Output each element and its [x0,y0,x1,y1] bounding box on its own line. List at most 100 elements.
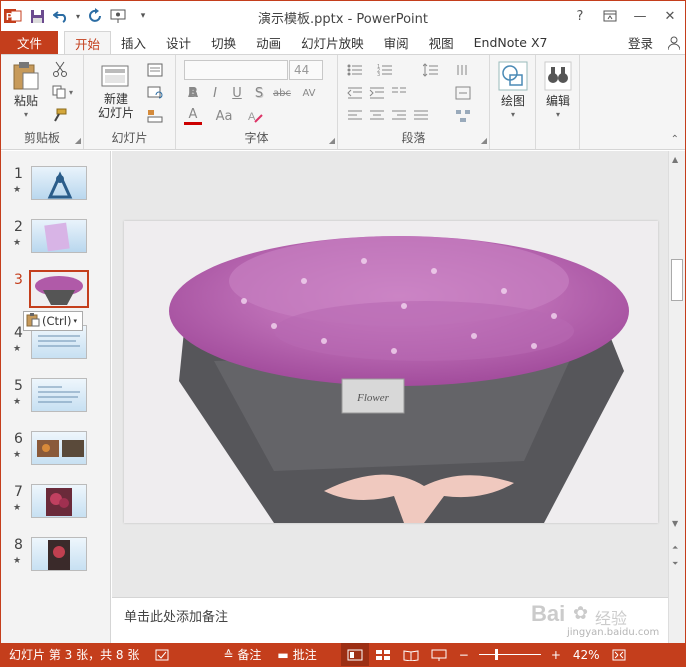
align-left-icon[interactable] [346,107,364,125]
zoom-level[interactable]: 42% [567,643,606,666]
notes-placeholder[interactable]: 单击此处添加备注 [124,606,228,625]
font-name-combo[interactable] [184,60,288,80]
editing-group: 编辑 ▾ [536,55,580,149]
spell-check-icon[interactable] [149,643,175,666]
slide-thumbnail-8[interactable]: 8 ★ [1,537,111,585]
editing-button[interactable]: 编辑 ▾ [540,61,576,122]
slide-thumbnail-2[interactable]: 2 ★ [1,219,111,267]
slide-number: 5 [14,378,23,394]
minimize-button[interactable]: — [625,1,655,31]
scrollbar-thumb[interactable] [671,259,683,301]
clipboard-launcher-icon[interactable]: ◢ [75,136,81,145]
change-case-icon[interactable]: Aa [212,107,236,125]
convert-smartart-icon[interactable] [454,107,472,125]
zoom-in-button[interactable]: + [545,643,567,666]
justify-icon[interactable] [412,107,430,125]
format-painter-icon[interactable] [51,106,69,124]
previous-slide-icon[interactable]: ⏶ [672,543,678,553]
flower-bouquet-image[interactable]: Flower [124,221,658,523]
paste-button[interactable]: 粘贴 ▾ [8,61,44,122]
slide-number: 2 [14,219,23,235]
underline-icon[interactable]: U [228,84,246,102]
bold-icon[interactable]: B [184,84,202,102]
font-size-combo[interactable]: 44 [289,60,323,80]
slide-thumbnail-7[interactable]: 7 ★ [1,484,111,532]
slideshow-view-icon[interactable] [425,643,453,666]
new-slide-button[interactable]: 新建 幻灯片 [92,63,140,120]
font-color-icon[interactable]: A [184,107,202,125]
font-launcher-icon[interactable]: ◢ [329,136,335,145]
notes-toggle-button[interactable]: ≙ 备注 [217,643,267,666]
save-icon[interactable] [25,4,49,28]
powerpoint-logo-icon[interactable]: P [1,4,25,28]
close-button[interactable]: ✕ [655,1,685,31]
increase-indent-icon[interactable] [368,84,386,102]
align-right-icon[interactable] [390,107,408,125]
text-direction-icon[interactable] [454,61,472,79]
clear-formatting-icon[interactable]: A [246,107,264,125]
scroll-down-icon[interactable]: ▼ [672,519,678,528]
reset-icon[interactable] [146,84,164,102]
strikethrough-icon[interactable]: abc [270,84,294,102]
decrease-indent-icon[interactable] [346,84,364,102]
zoom-slider[interactable] [475,643,545,666]
tab-animations[interactable]: 动画 [246,31,291,54]
customize-icon[interactable]: ▾ [131,4,155,28]
scroll-up-icon[interactable]: ▲ [672,155,678,164]
numbering-icon[interactable]: 123 [376,61,394,79]
title-bar: P ▾ ▾ 演示模板.pptx - PowerPoint ? — ✕ [1,1,685,31]
undo-icon[interactable] [49,4,73,28]
notes-pane[interactable]: 单击此处添加备注 [112,597,668,643]
user-icon[interactable] [663,31,685,54]
collapse-ribbon-icon[interactable]: ⌃ [671,134,679,145]
zoom-out-button[interactable]: − [453,643,475,666]
slide-thumbnail-image [31,431,87,465]
slide-number: 6 [14,431,23,447]
start-from-beginning-icon[interactable] [107,4,131,28]
comments-toggle-button[interactable]: ▬ 批注 [271,643,322,666]
tab-insert[interactable]: 插入 [111,31,156,54]
layout-icon[interactable] [146,61,164,79]
reading-view-icon[interactable] [397,643,425,666]
tab-slideshow[interactable]: 幻灯片放映 [291,31,374,54]
next-slide-icon[interactable]: ⏷ [672,559,678,569]
copy-dropdown-icon[interactable]: ▾ [67,83,75,101]
bullets-icon[interactable] [346,61,364,79]
slide-thumbnail-1[interactable]: 1 ★ [1,166,111,214]
zoom-slider-thumb[interactable] [494,649,498,660]
help-button[interactable]: ? [565,1,595,31]
shadow-icon[interactable]: S [250,84,268,102]
fit-slide-icon[interactable] [606,643,632,666]
svg-text:3: 3 [377,72,380,77]
section-icon[interactable] [146,107,164,125]
paragraph-launcher-icon[interactable]: ◢ [481,136,487,145]
slide-thumbnail-6[interactable]: 6 ★ [1,431,111,479]
vertical-scrollbar[interactable]: ▲ ▼ ⏶ ⏷ [668,151,685,643]
italic-icon[interactable]: I [206,84,224,102]
slide-thumbnail-4[interactable]: 4 ★ [1,325,111,373]
tab-file[interactable]: 文件 [1,31,59,54]
normal-view-icon[interactable] [340,643,369,666]
paste-options-button[interactable]: (Ctrl) ▾ [23,311,83,331]
drawing-button[interactable]: 绘图 ▾ [496,61,530,122]
ribbon-display-options-button[interactable] [595,1,625,31]
slide-thumbnail-5[interactable]: 5 ★ [1,378,111,426]
tab-review[interactable]: 审阅 [374,31,419,54]
cut-icon[interactable] [51,60,69,78]
undo-dropdown-icon[interactable]: ▾ [73,4,83,28]
align-center-icon[interactable] [368,107,386,125]
tab-home[interactable]: 开始 [64,31,112,54]
line-spacing-icon[interactable] [422,61,440,79]
align-text-icon[interactable] [454,84,472,102]
tab-view[interactable]: 视图 [419,31,464,54]
current-slide[interactable]: Flower [124,221,658,523]
tab-transitions[interactable]: 切换 [201,31,246,54]
tab-design[interactable]: 设计 [156,31,201,54]
tab-endnote[interactable]: EndNote X7 [464,31,558,54]
slide-sorter-view-icon[interactable] [369,643,397,666]
status-bar: 幻灯片 第 3 张，共 8 张 ≙ 备注 ▬ 批注 − + 42% [1,643,685,666]
columns-icon[interactable] [390,84,408,102]
sign-in-link[interactable]: 登录 [618,31,663,54]
character-spacing-icon[interactable]: AV [298,84,320,102]
redo-icon[interactable] [83,4,107,28]
